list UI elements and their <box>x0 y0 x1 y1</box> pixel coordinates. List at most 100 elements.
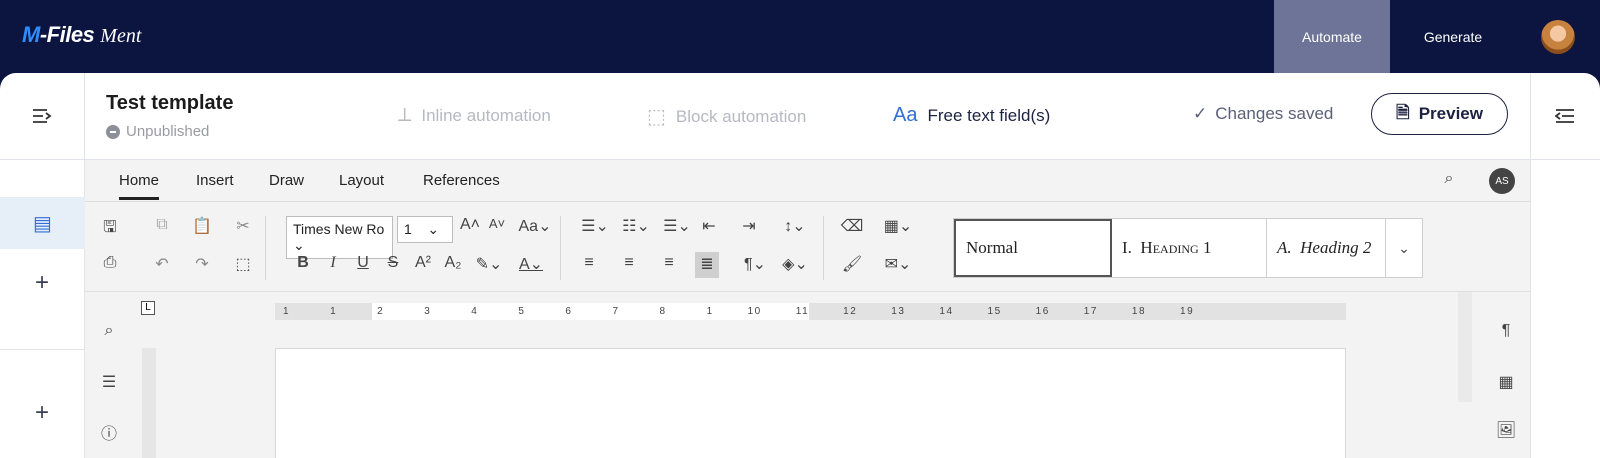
justify-icon[interactable]: ≣ <box>695 252 719 278</box>
sidebar-divider <box>0 349 85 350</box>
tab-layout[interactable]: Layout <box>339 172 384 189</box>
ruler-tick-label: 1 <box>283 306 291 317</box>
user-initials-avatar[interactable]: AS <box>1489 168 1515 194</box>
vertical-scrollbar[interactable] <box>1458 292 1472 402</box>
select-icon[interactable]: ⬚ <box>231 254 255 274</box>
styles-more-chevron-icon[interactable]: ⌄ <box>1385 218 1423 278</box>
subscript-icon[interactable]: A₂ <box>441 254 465 272</box>
align-left-icon[interactable]: ≡ <box>577 254 601 272</box>
ruler-tick-label: 1 <box>706 306 714 317</box>
copy-icon[interactable]: ⧉ <box>150 216 174 234</box>
print-icon[interactable]: ⎙ <box>98 254 122 272</box>
ribbon-divider <box>560 216 561 280</box>
home-ribbon: 🖫 ⎙ ⧉ 📋 ✂ ↶ ↷ ⬚ Times New Ro ⌄ 1 ⌄ A˄ A˅… <box>85 202 1530 292</box>
italic-icon[interactable]: I <box>321 254 345 272</box>
ribbon-divider <box>823 216 824 280</box>
horizontal-ruler[interactable]: 1 1 2 3 4 5 6 7 8 1 10 11 12 13 14 15 16… <box>275 303 1346 320</box>
shrink-font-icon[interactable]: A˅ <box>485 216 509 231</box>
left-tool-bar: ⌕ ☰ ⓘ <box>85 292 135 458</box>
inline-automation-button[interactable]: ⟂ Inline automation <box>398 104 551 127</box>
ruler-tick-label: 4 <box>471 306 479 317</box>
redo-icon[interactable]: ↷ <box>190 254 214 274</box>
ruler-tick-label: 2 <box>377 306 385 317</box>
table-icon[interactable]: ▦ <box>1494 372 1518 392</box>
font-family-select[interactable]: Times New Ro ⌄ <box>286 216 393 259</box>
shading-icon[interactable]: ◈⌄ <box>777 254 813 274</box>
tab-insert[interactable]: Insert <box>196 172 234 189</box>
nav-automate[interactable]: Automate <box>1274 0 1390 73</box>
ruler-tick-label: 17 <box>1083 306 1098 317</box>
collapse-sidebar-icon[interactable] <box>30 104 54 128</box>
ruler-tick-label: 11 <box>795 306 810 317</box>
font-color-icon[interactable]: A⌄ <box>513 254 549 274</box>
bold-icon[interactable]: B <box>291 254 315 272</box>
numbering-icon[interactable]: ☷⌄ <box>618 216 654 236</box>
vertical-ruler <box>142 348 156 458</box>
block-automation-button[interactable]: ⬚ Block automation <box>647 104 806 129</box>
user-avatar[interactable] <box>1541 20 1575 54</box>
tab-home[interactable]: Home <box>119 172 160 200</box>
clear-formatting-icon[interactable]: ⌫ <box>840 216 864 236</box>
ruler-tick-label: 5 <box>518 306 526 317</box>
ruler-tick-label: 16 <box>1035 306 1050 317</box>
save-icon[interactable]: 🖫 <box>98 216 122 243</box>
ruler-tick-label: 18 <box>1131 306 1147 317</box>
mail-icon[interactable]: ✉⌄ <box>880 254 916 274</box>
paste-icon[interactable]: 📋 <box>190 216 214 236</box>
image-icon[interactable]: 🖼 <box>1494 420 1518 440</box>
right-tool-bar: ¶ ▦ 🖼 <box>1482 292 1530 458</box>
format-painter-icon[interactable]: 🖌 <box>840 254 864 274</box>
increase-indent-icon[interactable]: ⇥ <box>737 216 761 236</box>
search-icon[interactable]: ⌕ <box>1437 170 1461 188</box>
paragraph-marks-icon[interactable]: ¶⌄ <box>737 254 773 274</box>
ribbon-divider <box>265 216 266 280</box>
tab-draw[interactable]: Draw <box>269 172 304 189</box>
style-heading-1[interactable]: I. Heading 1 <box>1112 219 1267 277</box>
align-center-icon[interactable]: ≡ <box>617 254 641 272</box>
block-automation-icon: ⬚ <box>647 106 666 128</box>
find-icon[interactable]: ⌕ <box>97 322 121 340</box>
ruler-tick-label: 7 <box>612 306 620 317</box>
outline-icon[interactable]: ☰ <box>97 372 121 392</box>
checkmark-icon: ✓ <box>1193 104 1208 123</box>
main-panel: Test template Unpublished ⟂ Inline automa… <box>0 73 1600 458</box>
borders-icon[interactable]: ▦⌄ <box>880 216 916 236</box>
document-icon[interactable]: ▤ <box>0 197 85 249</box>
ruler-tick-label: 3 <box>424 306 432 317</box>
underline-icon[interactable]: U <box>351 254 375 272</box>
app-logo[interactable]: M-Files Ment <box>22 22 141 48</box>
pilcrow-icon[interactable]: ¶ <box>1494 322 1518 340</box>
top-bar: M-Files Ment Automate Generate <box>0 0 1600 73</box>
info-icon[interactable]: ⓘ <box>97 420 121 444</box>
free-text-fields-button[interactable]: Aa Free text field(s) <box>893 104 1050 127</box>
bullets-icon[interactable]: ☰⌄ <box>577 216 613 236</box>
save-status: ✓ Changes saved <box>1193 104 1334 123</box>
cut-icon[interactable]: ✂ <box>231 216 255 236</box>
highlight-icon[interactable]: ✎⌄ <box>471 254 507 274</box>
preview-icon: 🗎 <box>1396 102 1410 122</box>
superscript-icon[interactable]: A² <box>411 254 435 272</box>
line-spacing-icon[interactable]: ↕⌄ <box>777 216 813 236</box>
add-icon[interactable]: + <box>29 269 55 297</box>
strikethrough-icon[interactable]: S <box>381 254 405 272</box>
add-section-icon[interactable]: + <box>29 399 55 427</box>
document-page[interactable] <box>275 348 1346 458</box>
undo-icon[interactable]: ↶ <box>150 254 174 274</box>
right-panel-toggle-icon[interactable] <box>1553 104 1577 128</box>
decrease-indent-icon[interactable]: ⇤ <box>697 216 721 236</box>
font-size-select[interactable]: 1 ⌄ <box>397 216 453 243</box>
align-right-icon[interactable]: ≡ <box>657 254 681 272</box>
ruler-tick-label: 8 <box>659 306 667 317</box>
tab-references[interactable]: References <box>423 172 500 189</box>
preview-button[interactable]: 🗎 Preview <box>1371 93 1508 135</box>
grow-font-icon[interactable]: A˄ <box>458 216 482 234</box>
tab-stop-icon[interactable]: L <box>141 301 155 315</box>
ruler-tick-label: 15 <box>987 306 1002 317</box>
change-case-icon[interactable]: Aa⌄ <box>517 216 553 236</box>
inline-automation-icon: ⟂ <box>398 104 412 126</box>
ruler-tick-label: 19 <box>1180 306 1195 317</box>
style-normal[interactable]: Normal <box>954 219 1112 277</box>
nav-generate[interactable]: Generate <box>1395 0 1511 73</box>
multilevel-list-icon[interactable]: ☰⌄ <box>659 216 695 236</box>
ruler-tick-label: 10 <box>747 306 762 317</box>
